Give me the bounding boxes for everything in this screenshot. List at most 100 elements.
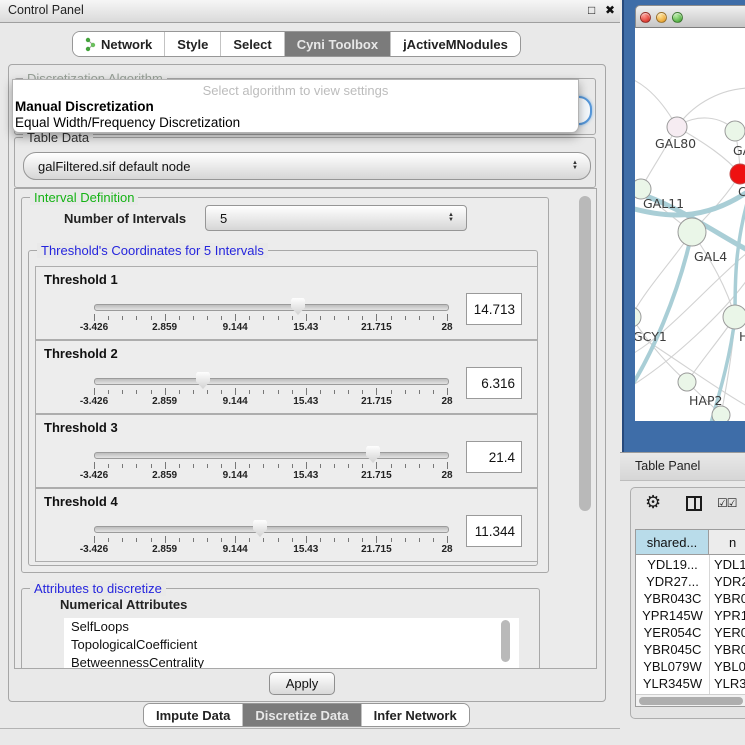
tab-impute-data[interactable]: Impute Data — [144, 704, 243, 726]
tick-mark — [136, 316, 137, 320]
close-panel-icon[interactable]: ✖ — [605, 3, 615, 17]
tick-mark — [278, 538, 279, 542]
node-attribute-table[interactable]: shared...nYDL19... YDL1 YDR27... YDR2 YBR043… — [635, 529, 745, 707]
algorithm-option-manual[interactable]: Manual Discretization — [13, 99, 578, 115]
threshold-slider-handle[interactable] — [253, 520, 267, 537]
threshold-slider-track[interactable] — [94, 526, 449, 533]
tick-mark — [108, 390, 109, 394]
threshold-slider-track[interactable] — [94, 452, 449, 459]
combo-spinner-arrows-icon[interactable]: ▲▼ — [566, 161, 590, 171]
network-window-frame: GAL80GACGAL11GAL4GCY1HHAP2 — [622, 0, 745, 452]
tick-mark — [362, 538, 363, 542]
network-icon — [85, 37, 96, 52]
threshold-value-field[interactable]: 11.344 — [466, 515, 522, 547]
tab-jactivemnodules[interactable]: jActiveMNodules — [391, 32, 520, 56]
threshold-value-field[interactable]: 21.4 — [466, 441, 522, 473]
tick-label: 15.43 — [293, 544, 318, 555]
table-cell[interactable]: YBR0 — [714, 641, 745, 658]
checkboxes-icon[interactable]: ☑☑ — [717, 496, 737, 510]
attribute-list-item[interactable]: SelfLoops — [64, 618, 519, 636]
table-cell[interactable]: YLR3 — [714, 675, 745, 692]
table-cell[interactable]: YBL079W — [636, 658, 709, 675]
network-node[interactable] — [723, 305, 745, 329]
table-cell[interactable]: YBL0 — [714, 658, 745, 675]
table-cell[interactable]: YER054C — [636, 624, 709, 641]
tick-label: 2.859 — [152, 322, 177, 333]
table-cell[interactable]: YBR043C — [636, 590, 709, 607]
tab-cyni-toolbox[interactable]: Cyni Toolbox — [285, 32, 391, 56]
number-of-intervals-spinner[interactable]: 5 ▲▼ — [205, 205, 467, 231]
column-header-name[interactable]: n — [709, 530, 745, 555]
network-node-selected[interactable] — [730, 164, 745, 184]
network-edge — [735, 203, 745, 317]
table-cell[interactable]: YPR145W — [636, 607, 709, 624]
network-node[interactable] — [678, 218, 706, 246]
node-label: GCY1 — [635, 329, 667, 344]
spinner-arrows-icon[interactable]: ▲▼ — [442, 213, 466, 223]
threshold-value-field[interactable]: 14.713 — [466, 293, 522, 325]
tick-mark — [362, 464, 363, 468]
table-hscrollbar-thumb[interactable] — [639, 697, 743, 705]
tick-mark — [94, 314, 95, 321]
attributes-list-scrollbar[interactable] — [501, 620, 510, 662]
tick-mark — [108, 464, 109, 468]
tick-mark — [278, 316, 279, 320]
threshold-value-field[interactable]: 6.316 — [466, 367, 522, 399]
tab-select[interactable]: Select — [221, 32, 284, 56]
tab-network[interactable]: Network — [73, 32, 165, 56]
minimize-traffic-light-icon[interactable] — [656, 12, 667, 23]
threshold-slider-handle[interactable] — [291, 298, 305, 315]
table-data-combobox[interactable]: galFiltered.sif default node ▲▼ — [23, 152, 591, 180]
tick-mark — [207, 464, 208, 468]
algorithm-option-equal-width[interactable]: Equal Width/Frequency Discretization — [13, 115, 578, 131]
network-canvas[interactable]: GAL80GACGAL11GAL4GCY1HHAP2 — [635, 28, 745, 421]
numerical-attributes-list[interactable]: SelfLoopsTopologicalCoefficientBetweenne… — [64, 618, 519, 668]
tick-label: 15.43 — [293, 322, 318, 333]
tab-infer-network[interactable]: Infer Network — [362, 704, 469, 726]
table-cell[interactable]: YLR345W — [636, 675, 709, 692]
algorithm-placeholder-option[interactable]: Select algorithm to view settings — [13, 82, 578, 99]
threshold-slider-handle[interactable] — [196, 372, 210, 389]
attribute-list-item[interactable]: TopologicalCoefficient — [64, 636, 519, 654]
network-node[interactable] — [635, 307, 641, 327]
node-label: H — [739, 329, 745, 344]
table-cell[interactable]: YDR27... — [636, 573, 709, 590]
table-cell[interactable]: YDR2 — [714, 573, 745, 590]
settings-scrollbar[interactable] — [579, 196, 591, 511]
threshold-panel: Threshold 3-3.4262.8599.14415.4321.71528… — [35, 414, 538, 488]
table-cell[interactable]: YER0 — [714, 624, 745, 641]
tab-discretize-data[interactable]: Discretize Data — [243, 704, 361, 726]
tick-mark — [405, 316, 406, 320]
float-window-icon[interactable]: □ — [588, 3, 595, 17]
node-label: GA — [733, 143, 745, 158]
columns-icon[interactable] — [686, 496, 702, 511]
network-node[interactable] — [725, 121, 745, 141]
threshold-slider-handle[interactable] — [366, 446, 380, 463]
network-node[interactable] — [712, 406, 730, 421]
threshold-slider-track[interactable] — [94, 378, 449, 385]
attribute-list-item[interactable]: BetweennessCentrality — [64, 654, 519, 669]
gear-icon[interactable]: ⚙ — [645, 492, 661, 513]
threshold-slider-track[interactable] — [94, 304, 449, 311]
tick-mark — [320, 390, 321, 394]
network-window-titlebar[interactable] — [635, 5, 745, 28]
table-cell[interactable]: YBR0 — [714, 590, 745, 607]
network-node[interactable] — [667, 117, 687, 137]
columns-icon-divider — [694, 498, 696, 509]
close-traffic-light-icon[interactable] — [640, 12, 651, 23]
tick-mark — [391, 464, 392, 468]
apply-button[interactable]: Apply — [269, 672, 335, 695]
table-cell[interactable]: YDL19... — [636, 556, 709, 573]
column-header-shared[interactable]: shared... — [636, 530, 709, 555]
tick-mark — [306, 462, 307, 469]
network-node[interactable] — [678, 373, 696, 391]
table-cell[interactable]: YBR045C — [636, 641, 709, 658]
tick-label: 9.144 — [223, 544, 248, 555]
table-cell[interactable]: YDL1 — [714, 556, 745, 573]
tab-style[interactable]: Style — [165, 32, 221, 56]
table-cell[interactable]: YPR1 — [714, 607, 745, 624]
tick-mark — [419, 390, 420, 394]
settings-scrollpane: Interval Definition Number of Intervals … — [14, 188, 597, 669]
zoom-traffic-light-icon[interactable] — [672, 12, 683, 23]
tick-mark — [221, 538, 222, 542]
